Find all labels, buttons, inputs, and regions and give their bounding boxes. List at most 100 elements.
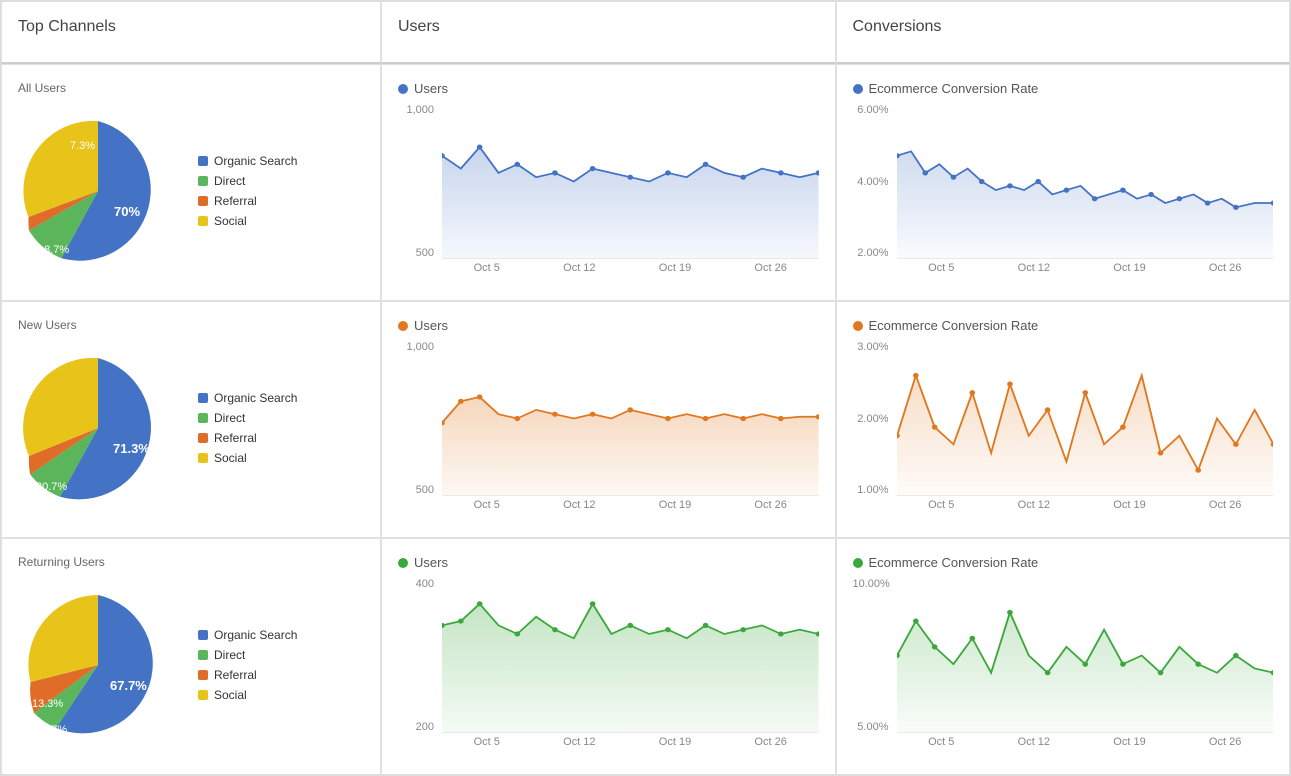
users-label-2: Users xyxy=(414,318,448,333)
all-users-pie-area: 70% 18.7% 7.3% Organic Search Direct Ref… xyxy=(18,101,364,281)
users-chart-label-3: Users xyxy=(398,555,819,570)
conv-label-3: Ecommerce Conversion Rate xyxy=(869,555,1039,570)
social-dot xyxy=(198,216,208,226)
x-axis-1: Oct 5 Oct 12 Oct 19 Oct 26 xyxy=(442,262,819,284)
x-axis-conv-1: Oct 5 Oct 12 Oct 19 Oct 26 xyxy=(897,262,1274,284)
legend-item-direct-3: Direct xyxy=(198,648,297,662)
returning-users-label: Returning Users xyxy=(18,555,364,569)
all-conv-svg-area xyxy=(897,104,1274,259)
y-axis-conv-2: 3.00% 2.00% 1.00% xyxy=(853,341,893,496)
x-axis-conv-2: Oct 5 Oct 12 Oct 19 Oct 26 xyxy=(897,499,1274,521)
conv-chart-label-3: Ecommerce Conversion Rate xyxy=(853,555,1274,570)
y-axis-conv-1: 6.00% 4.00% 2.00% xyxy=(853,104,893,259)
organic-label: Organic Search xyxy=(214,154,297,168)
returning-users-legend: Organic Search Direct Referral Social xyxy=(198,628,297,702)
legend-item-social: Social xyxy=(198,214,297,228)
legend-item-social-3: Social xyxy=(198,688,297,702)
users-chart-label-1: Users xyxy=(398,81,819,96)
new-users-conv-cell: Ecommerce Conversion Rate 3.00% 2.00% 1.… xyxy=(836,301,1291,538)
all-users-pie-cell: All Users 70% 18.7% 7.3% xyxy=(1,64,381,301)
svg-text:13.3%: 13.3% xyxy=(32,698,63,710)
returning-users-pie-cell: Returning Users 67.7% 15.7% 13.3% xyxy=(1,538,381,775)
all-users-pie: 70% 18.7% 7.3% xyxy=(18,111,178,271)
all-users-chart-cell: Users 1,000 500 xyxy=(381,64,836,301)
legend-item-organic-2: Organic Search xyxy=(198,391,297,405)
y-axis-3: 400 200 xyxy=(398,578,438,733)
y-axis-2: 1,000 500 xyxy=(398,341,438,496)
all-users-label: All Users xyxy=(18,81,364,95)
legend-item-direct: Direct xyxy=(198,174,297,188)
conv-dot-2 xyxy=(853,321,863,331)
all-users-chart: 1,000 500 xyxy=(398,104,819,284)
users-dot-1 xyxy=(398,84,408,94)
referral-label-2: Referral xyxy=(214,431,257,445)
direct-label-2: Direct xyxy=(214,411,245,425)
conv-label-1: Ecommerce Conversion Rate xyxy=(869,81,1039,96)
returning-users-chart-cell: Users 400 200 xyxy=(381,538,836,775)
social-dot-3 xyxy=(198,690,208,700)
organic-label-2: Organic Search xyxy=(214,391,297,405)
referral-dot xyxy=(198,196,208,206)
conversions-header: Conversions xyxy=(836,1,1291,64)
svg-text:20.7%: 20.7% xyxy=(36,481,67,493)
top-channels-header: Top Channels xyxy=(1,1,381,64)
col1-title: Top Channels xyxy=(18,18,364,36)
social-label: Social xyxy=(214,214,247,228)
referral-dot-2 xyxy=(198,433,208,443)
col3-title: Conversions xyxy=(853,18,1274,36)
returning-conv-chart: 10.00% 5.00% xyxy=(853,578,1274,758)
referral-dot-3 xyxy=(198,670,208,680)
organic-dot xyxy=(198,156,208,166)
legend-item-referral-3: Referral xyxy=(198,668,297,682)
x-axis-2: Oct 5 Oct 12 Oct 19 Oct 26 xyxy=(442,499,819,521)
all-conv-chart: 6.00% 4.00% 2.00% xyxy=(853,104,1274,284)
new-users-pie-cell: New Users 71.3% 20.7% xyxy=(1,301,381,538)
social-dot-2 xyxy=(198,453,208,463)
all-users-svg-area xyxy=(442,104,819,259)
legend-item-direct-2: Direct xyxy=(198,411,297,425)
legend-item-organic-3: Organic Search xyxy=(198,628,297,642)
referral-label: Referral xyxy=(214,194,257,208)
users-label-3: Users xyxy=(414,555,448,570)
new-conv-svg-area xyxy=(897,341,1274,496)
new-users-chart-cell: Users 1,000 500 xyxy=(381,301,836,538)
new-conv-chart: 3.00% 2.00% 1.00% xyxy=(853,341,1274,521)
organic-dot-3 xyxy=(198,630,208,640)
direct-dot xyxy=(198,176,208,186)
users-chart-label-2: Users xyxy=(398,318,819,333)
social-label-2: Social xyxy=(214,451,247,465)
organic-label-3: Organic Search xyxy=(214,628,297,642)
social-label-3: Social xyxy=(214,688,247,702)
new-users-svg-area xyxy=(442,341,819,496)
users-header: Users xyxy=(381,1,836,64)
new-users-pie-area: 71.3% 20.7% Organic Search Direct Referr… xyxy=(18,338,364,518)
users-label-1: Users xyxy=(414,81,448,96)
returning-users-svg-area xyxy=(442,578,819,733)
y-axis-1: 1,000 500 xyxy=(398,104,438,259)
returning-users-pie-area: 67.7% 15.7% 13.3% Organic Search Direct … xyxy=(18,575,364,755)
svg-text:18.7%: 18.7% xyxy=(38,244,69,256)
svg-text:70%: 70% xyxy=(114,204,140,219)
conv-chart-label-1: Ecommerce Conversion Rate xyxy=(853,81,1274,96)
svg-text:7.3%: 7.3% xyxy=(70,140,95,152)
referral-label-3: Referral xyxy=(214,668,257,682)
returning-users-pie: 67.7% 15.7% 13.3% xyxy=(18,585,178,745)
direct-dot-2 xyxy=(198,413,208,423)
legend-item-referral-2: Referral xyxy=(198,431,297,445)
new-users-legend: Organic Search Direct Referral Social xyxy=(198,391,297,465)
legend-item-social-2: Social xyxy=(198,451,297,465)
users-dot-3 xyxy=(398,558,408,568)
legend-item-organic: Organic Search xyxy=(198,154,297,168)
returning-conv-svg-area xyxy=(897,578,1274,733)
dashboard: Top Channels Users Conversions All Users… xyxy=(0,0,1291,776)
direct-dot-3 xyxy=(198,650,208,660)
svg-text:67.7%: 67.7% xyxy=(110,678,147,693)
new-users-chart: 1,000 500 xyxy=(398,341,819,521)
svg-text:15.7%: 15.7% xyxy=(36,724,67,736)
new-users-pie: 71.3% 20.7% xyxy=(18,348,178,508)
conv-dot-3 xyxy=(853,558,863,568)
y-axis-conv-3: 10.00% 5.00% xyxy=(853,578,893,733)
legend-item-referral: Referral xyxy=(198,194,297,208)
new-users-label: New Users xyxy=(18,318,364,332)
returning-users-conv-cell: Ecommerce Conversion Rate 10.00% 5.00% xyxy=(836,538,1291,775)
